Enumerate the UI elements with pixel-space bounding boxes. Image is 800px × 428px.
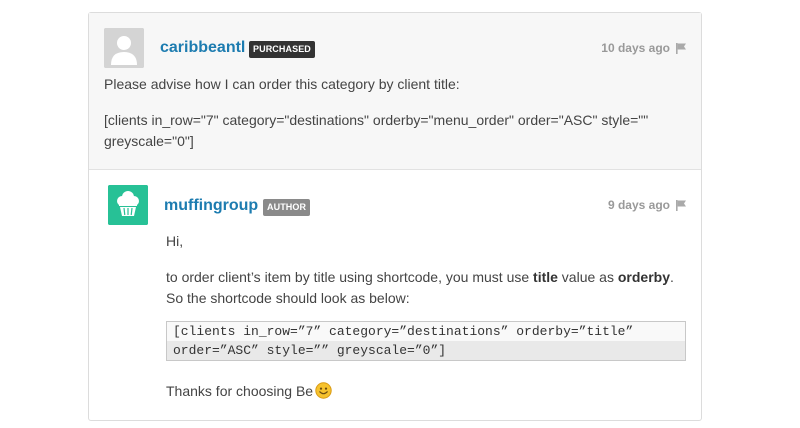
code-block[interactable]: [clients in_row=”7” category=”destinatio… (166, 321, 686, 361)
smiley-emoji-icon (315, 382, 332, 399)
closing-text: Thanks for choosing Be (166, 383, 314, 399)
comment-body-line: Thanks for choosing Be (166, 381, 332, 402)
comment-body-line: [clients in_row="7" category="destinatio… (104, 112, 649, 128)
comment-timestamp[interactable]: 10 days ago (601, 41, 670, 55)
user-silhouette-icon (104, 28, 144, 68)
comment-meta: 10 days ago (601, 41, 687, 55)
flag-icon[interactable] (675, 199, 687, 211)
comment-body-line: greyscale="0"] (104, 133, 194, 149)
bold-keyword: title (533, 269, 558, 285)
comment-body-line: to order client’s item by title using sh… (166, 267, 674, 288)
username-muffingroup[interactable]: muffingroup (164, 197, 258, 215)
greeting-text: Hi, (166, 233, 184, 249)
code-line: [clients in_row=”7” category=”destinatio… (173, 324, 634, 339)
author-badge: AUTHOR (263, 199, 311, 216)
comment-body-line: Please advise how I can order this categ… (104, 76, 460, 92)
body-text: value as (557, 269, 618, 285)
comment-body-line: So the shortcode should look as below: (166, 290, 410, 306)
body-text: . (669, 269, 674, 285)
comment-timestamp[interactable]: 9 days ago (608, 198, 670, 212)
bold-keyword: orderby (617, 269, 670, 285)
muffin-icon (108, 185, 148, 225)
comment-thread: caribbeantl PURCHASED 10 days ago Please… (88, 12, 702, 421)
flag-icon[interactable] (675, 42, 687, 54)
body-text: to order client’s item by title using sh… (166, 269, 534, 285)
default-user-avatar[interactable] (104, 28, 144, 68)
username-caribbeantl[interactable]: caribbeantl (160, 39, 245, 57)
comment-caribbeantl: caribbeantl PURCHASED 10 days ago Please… (89, 13, 701, 170)
purchased-badge: PURCHASED (249, 41, 315, 58)
code-line: order=”ASC” style=”” greyscale=”0”] (167, 341, 685, 360)
muffin-logo-avatar[interactable] (108, 185, 148, 225)
comment-meta: 9 days ago (608, 198, 687, 212)
